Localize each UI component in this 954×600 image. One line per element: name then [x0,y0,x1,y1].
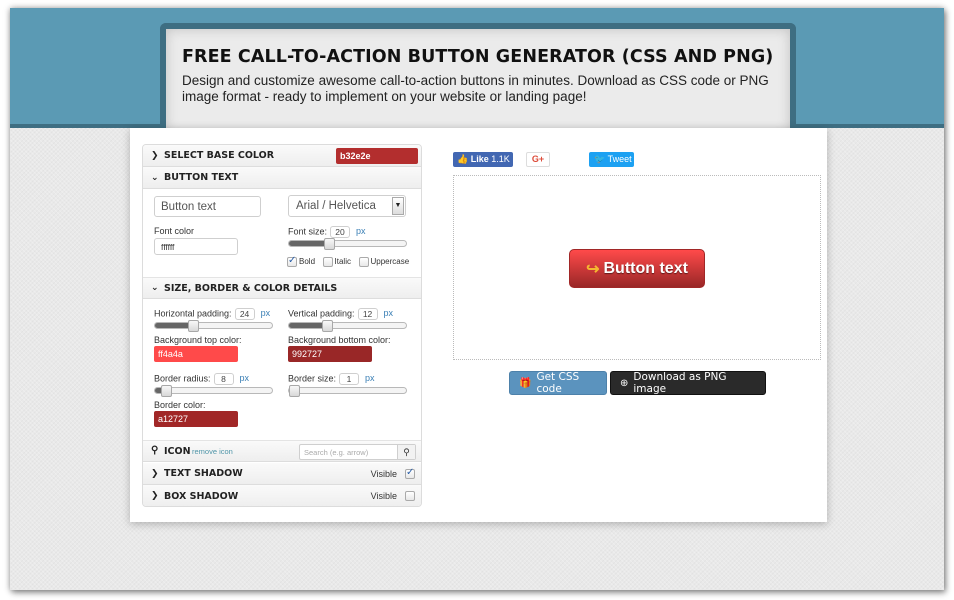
search-icon: ⚲ [151,445,159,456]
chevron-down-icon: ⌄ [151,283,159,293]
horizontal-padding-control: Horizontal padding: 24 px [154,308,271,320]
bold-checkbox[interactable] [287,255,297,267]
chevron-right-icon: ❯ [151,150,159,161]
font-size-input[interactable]: 20 [330,226,351,238]
settings-panel: ❯ SELECT BASE COLOR b32e2e ⌄ BUTTON TEXT… [142,144,422,507]
font-size-control: Font size: 20 px [288,226,366,238]
download-circle-icon: ⊕ [620,377,629,389]
background-top-color-label: Background top color: [154,335,242,345]
border-size-slider[interactable] [288,385,407,397]
page-frame: FREE CALL-TO-ACTION BUTTON GENERATOR (CS… [10,8,944,590]
button-text-input[interactable]: Button text [154,196,261,217]
border-radius-input[interactable]: 8 [213,373,234,385]
facebook-like-button[interactable]: 👍 Like 1.1K [453,152,513,167]
slider-handle[interactable] [323,238,335,250]
gift-icon: 🎁 [519,377,532,389]
section-box-shadow[interactable]: ❯ BOX SHADOW Visible [143,485,421,506]
thumbs-up-icon: 👍 [457,154,469,164]
uppercase-checkbox[interactable] [358,256,369,267]
horizontal-padding-slider[interactable] [154,320,273,332]
background-bottom-color-label: Background bottom color: [288,335,391,345]
border-color-label: Border color: [154,400,206,410]
section-button-text[interactable]: ⌄ BUTTON TEXT [143,167,421,189]
section-select-base-color[interactable]: ❯ SELECT BASE COLOR b32e2e [143,145,421,167]
header-box: FREE CALL-TO-ACTION BUTTON GENERATOR (CS… [160,23,796,133]
box-shadow-visible-checkbox[interactable] [405,491,415,501]
font-family-select[interactable]: Arial / Helvetica ▼ [288,195,406,217]
dropdown-arrow-icon[interactable]: ▼ [392,197,404,215]
border-radius-control: Border radius: 8 px [154,373,250,385]
slider-handle[interactable] [187,320,199,332]
font-size-slider[interactable] [288,238,407,250]
remove-icon-link[interactable]: remove icon [192,447,233,456]
slider-handle[interactable] [321,320,333,332]
tweet-button[interactable]: 🐦 Tweet [589,152,634,167]
page-subtitle: Design and customize awesome call-to-act… [182,73,769,104]
button-preview-area: ↪ Button text [453,175,821,360]
curved-arrow-icon: ↪ [586,260,600,278]
vertical-padding-input[interactable]: 12 [357,308,378,320]
slider-handle[interactable] [161,385,173,397]
chevron-right-icon: ❯ [151,468,159,479]
get-css-code-button[interactable]: 🎁 Get CSS code [509,371,607,395]
icon-search-input[interactable]: Search (e.g. arrow) ⚲ [299,444,416,460]
search-button[interactable]: ⚲ [397,445,415,459]
twitter-bird-icon: 🐦 [594,154,606,164]
text-shadow-visible-checkbox[interactable] [405,467,415,479]
font-color-label: Font color [154,226,195,236]
vertical-padding-slider[interactable] [288,320,407,332]
horizontal-padding-input[interactable]: 24 [234,308,255,320]
main-card: ❯ SELECT BASE COLOR b32e2e ⌄ BUTTON TEXT… [130,128,827,522]
italic-checkbox[interactable] [322,256,333,267]
font-color-input[interactable]: ffffff [154,238,238,255]
base-color-picker[interactable]: b32e2e [336,148,418,164]
background-top-color-picker[interactable]: ff4a4a [154,346,238,362]
chevron-down-icon: ⌄ [151,172,159,183]
slider-handle[interactable] [289,385,300,397]
font-style-options: Bold Italic Uppercase [287,255,414,267]
section-size-border-color[interactable]: ⌄ SIZE, BORDER & COLOR DETAILS [143,277,421,299]
border-radius-slider[interactable] [154,385,273,397]
border-color-picker[interactable]: a12727 [154,411,238,427]
google-plus-button[interactable]: G+ [526,152,550,167]
page-title: FREE CALL-TO-ACTION BUTTON GENERATOR (CS… [182,47,774,67]
preview-cta-button[interactable]: ↪ Button text [569,249,705,288]
background-bottom-color-picker[interactable]: 992727 [288,346,372,362]
download-png-button[interactable]: ⊕ Download as PNG image [610,371,766,395]
border-size-input[interactable]: 1 [339,373,360,385]
border-size-control: Border size: 1 px [288,373,375,385]
chevron-right-icon: ❯ [151,491,159,501]
section-text-shadow[interactable]: ❯ TEXT SHADOW Visible [143,463,421,485]
section-icon: ⚲ ICON remove icon Search (e.g. arrow) ⚲ [143,440,421,462]
vertical-padding-control: Vertical padding: 12 px [288,308,394,320]
